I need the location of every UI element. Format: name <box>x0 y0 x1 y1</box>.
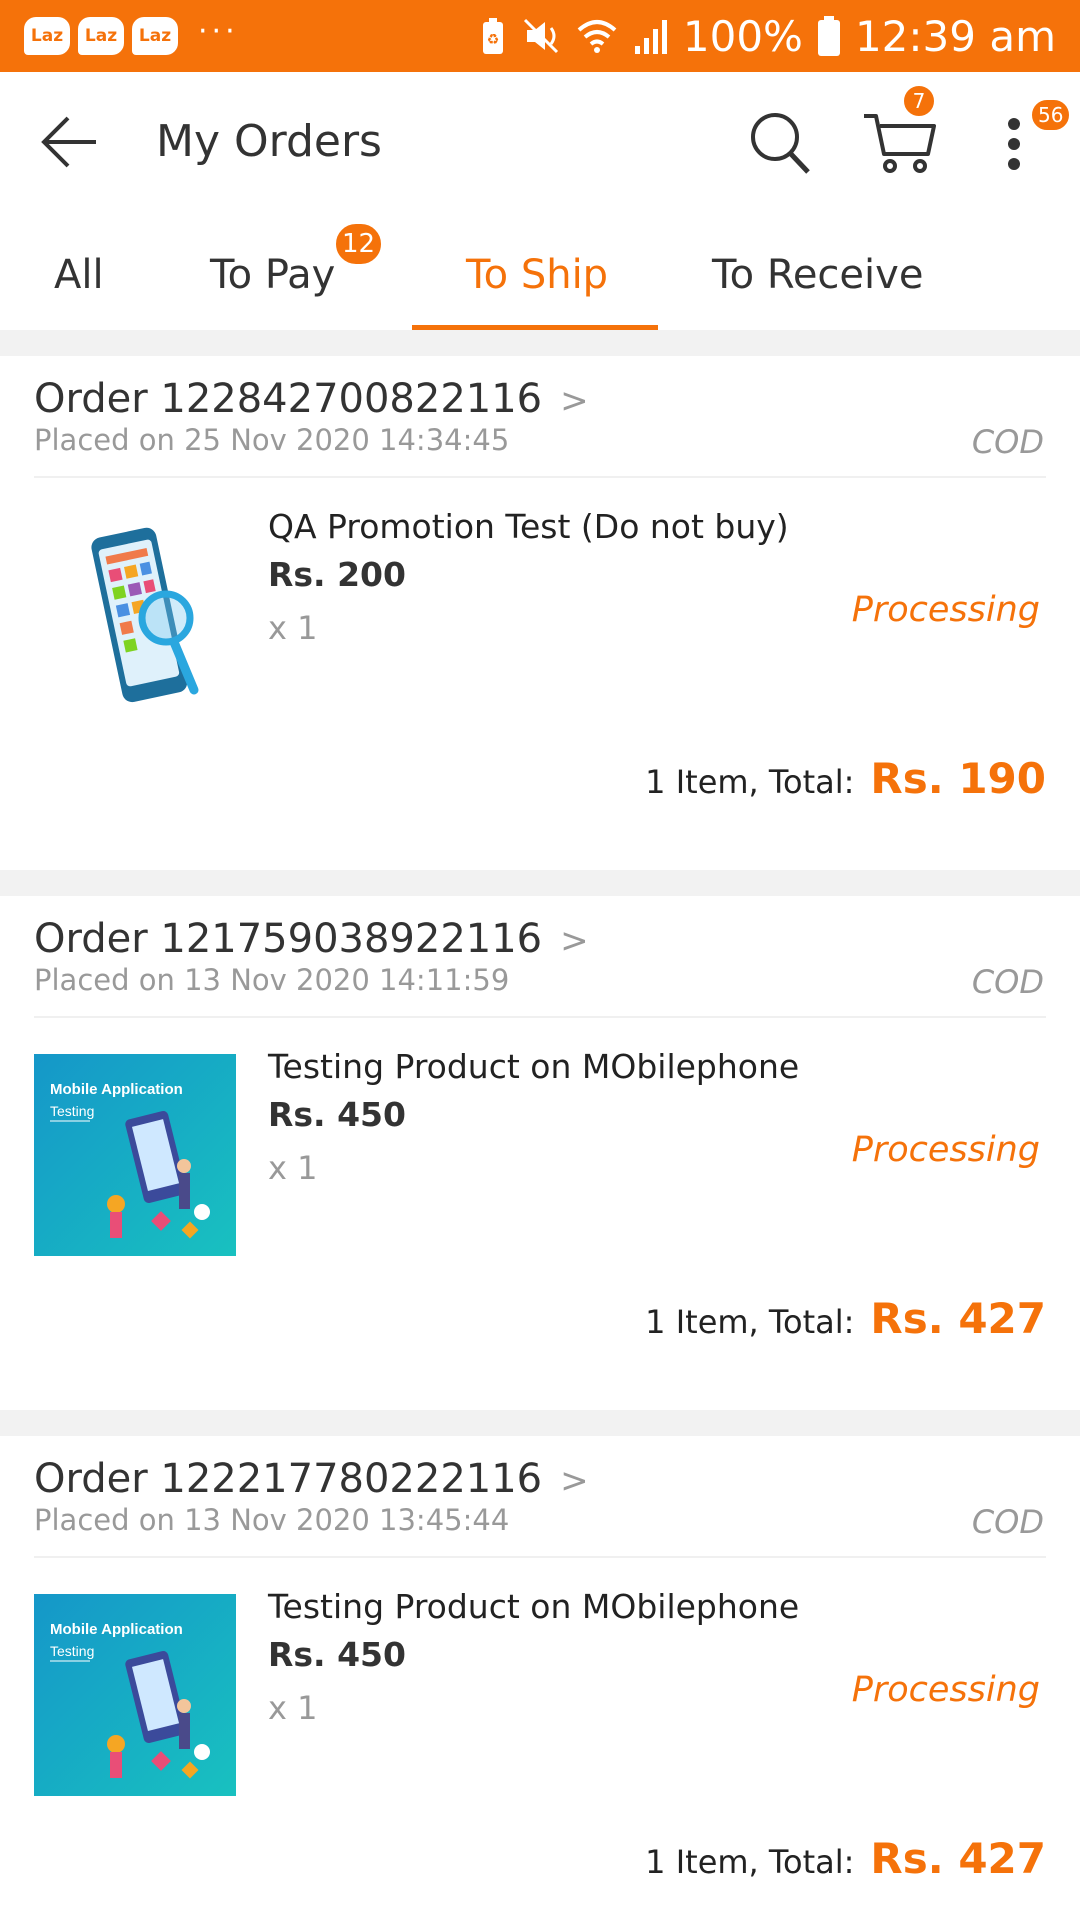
status-bar: Laz Laz Laz ··· ♻ 100% 12:39 am <box>0 0 1080 72</box>
payment-method: COD <box>971 423 1044 461</box>
product-quantity: x 1 <box>268 609 318 647</box>
order-number: Order 122217780222116 <box>34 1456 543 1502</box>
back-arrow-icon[interactable] <box>40 114 100 170</box>
banner-title: Mobile Application <box>50 1081 183 1098</box>
total-label: 1 Item, Total: <box>645 1843 855 1881</box>
tab-to-receive[interactable]: To Receive <box>712 250 923 300</box>
order-number-link[interactable]: Order 122217780222116 > <box>34 1454 589 1506</box>
tab-to-pay[interactable]: To Pay <box>210 250 335 300</box>
banner-subtitle: Testing <box>50 1643 94 1659</box>
total-label: 1 Item, Total: <box>645 763 855 801</box>
order-placed-date: Placed on 25 Nov 2020 14:34:45 <box>34 423 510 457</box>
mobile-testing-banner-image: Mobile Application Testing <box>34 1594 236 1796</box>
order-card[interactable]: Order 121759038922116 > Placed on 13 Nov … <box>0 896 1080 1408</box>
svg-text:♻: ♻ <box>487 32 500 48</box>
cart-button[interactable]: 7 <box>862 84 938 178</box>
divider <box>34 476 1046 478</box>
notification-count-badge: 56 <box>1030 98 1072 132</box>
wifi-icon <box>577 20 617 53</box>
section-divider <box>0 330 1080 356</box>
app-bar: My Orders 7 56 <box>0 72 1080 212</box>
chevron-right-icon: > <box>560 381 589 421</box>
battery-percent: 100% <box>682 11 803 61</box>
banner-title: Mobile Application <box>50 1621 183 1638</box>
product-price: Rs. 450 <box>268 1635 406 1674</box>
product-price: Rs. 450 <box>268 1095 406 1134</box>
cart-icon <box>864 114 936 173</box>
to-pay-count-badge: 12 <box>334 222 384 266</box>
product-thumbnail[interactable] <box>34 514 236 716</box>
tab-all[interactable]: All <box>54 250 104 300</box>
banner-subtitle: Testing <box>50 1103 94 1119</box>
order-total: 1 Item, Total: Rs. 427 <box>645 1834 1046 1883</box>
total-value: Rs. 190 <box>870 754 1046 803</box>
mute-icon <box>523 18 558 54</box>
order-number-link[interactable]: Order 122842700822116 > <box>34 374 589 426</box>
order-number: Order 122842700822116 <box>34 376 543 422</box>
chevron-right-icon: > <box>560 921 589 961</box>
order-status: Processing <box>851 1130 1040 1170</box>
battery-icon <box>817 16 840 56</box>
order-card[interactable]: Order 122842700822116 > Placed on 25 Nov … <box>0 356 1080 868</box>
product-quantity: x 1 <box>268 1149 318 1187</box>
page-title: My Orders <box>156 116 382 167</box>
product-thumbnail[interactable]: Mobile Application Testing <box>34 1054 236 1256</box>
order-card[interactable]: Order 122217780222116 > Placed on 13 Nov … <box>0 1436 1080 1920</box>
order-status: Processing <box>851 590 1040 630</box>
order-placed-date: Placed on 13 Nov 2020 13:45:44 <box>34 1503 510 1537</box>
order-tabs: All To Pay 12 To Ship To Receive <box>0 212 1080 330</box>
tab-to-ship[interactable]: To Ship <box>466 250 608 300</box>
more-options-button[interactable]: 56 <box>1000 98 1072 172</box>
product-name[interactable]: Testing Product on MObilephone <box>268 1586 799 1628</box>
clock: 12:39 am <box>854 11 1056 61</box>
cart-count-badge: 7 <box>902 84 936 118</box>
total-label: 1 Item, Total: <box>645 1303 855 1341</box>
product-thumbnail[interactable]: Mobile Application Testing <box>34 1594 236 1796</box>
lazada-notification-icon: Laz <box>132 17 178 55</box>
payment-method: COD <box>971 963 1044 1001</box>
order-number: Order 121759038922116 <box>34 916 543 962</box>
more-vertical-icon <box>1008 118 1020 170</box>
product-price: Rs. 200 <box>268 555 406 594</box>
section-divider <box>0 870 1080 896</box>
search-icon[interactable] <box>748 110 812 176</box>
order-total: 1 Item, Total: Rs. 427 <box>645 1294 1046 1343</box>
total-value: Rs. 427 <box>870 1294 1046 1343</box>
lazada-notification-icon: Laz <box>24 17 70 55</box>
total-value: Rs. 427 <box>870 1834 1046 1883</box>
order-status: Processing <box>851 1670 1040 1710</box>
product-name[interactable]: Testing Product on MObilephone <box>268 1046 799 1088</box>
divider <box>34 1016 1046 1018</box>
order-number-link[interactable]: Order 121759038922116 > <box>34 914 589 966</box>
mobile-testing-banner-image: Mobile Application Testing <box>34 1054 236 1256</box>
order-placed-date: Placed on 13 Nov 2020 14:11:59 <box>34 963 510 997</box>
chevron-right-icon: > <box>560 1461 589 1501</box>
order-total: 1 Item, Total: Rs. 190 <box>645 754 1046 803</box>
section-divider <box>0 1410 1080 1436</box>
more-notifications-icon: ··· <box>198 13 239 49</box>
product-quantity: x 1 <box>268 1689 318 1727</box>
payment-method: COD <box>971 1503 1044 1541</box>
battery-saver-icon: ♻ <box>482 18 503 54</box>
divider <box>34 1556 1046 1558</box>
product-name[interactable]: QA Promotion Test (Do not buy) <box>268 506 789 548</box>
phone-magnifier-illustration <box>34 514 236 716</box>
lazada-notification-icon: Laz <box>78 17 124 55</box>
signal-icon <box>634 20 667 54</box>
